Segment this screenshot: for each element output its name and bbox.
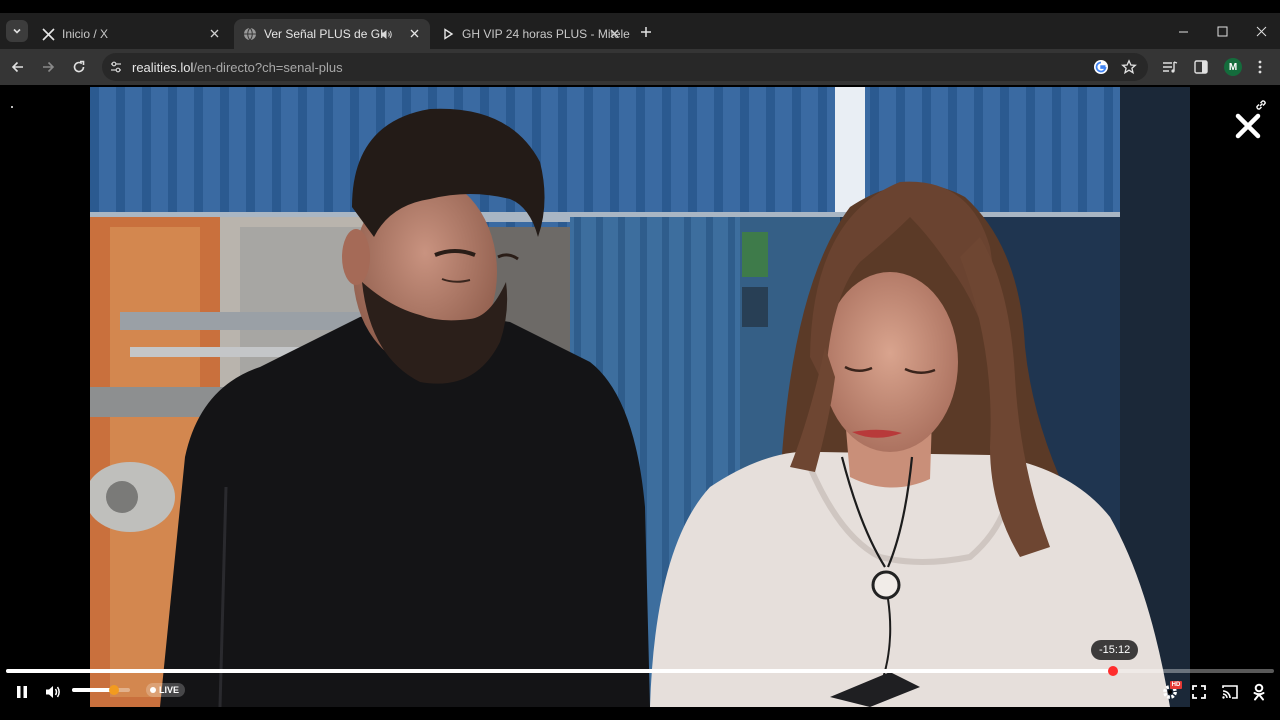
fullscreen-icon bbox=[1192, 685, 1206, 699]
live-indicator[interactable]: LIVE bbox=[146, 683, 186, 697]
live-dot-icon bbox=[150, 687, 156, 693]
x-logo-icon bbox=[40, 26, 56, 42]
tab-search-button[interactable] bbox=[6, 20, 28, 42]
tab-inicio-x[interactable]: Inicio / X bbox=[34, 19, 230, 49]
profile-avatar[interactable]: M bbox=[1224, 58, 1242, 76]
plus-icon bbox=[641, 27, 651, 37]
url-path: /en-directo?ch=senal-plus bbox=[193, 60, 343, 75]
odnoklassniki-share-button[interactable] bbox=[1247, 680, 1271, 704]
browser-toolbar: realities.lol/en-directo?ch=senal-plus M bbox=[0, 49, 1280, 85]
tab-title: GH VIP 24 horas PLUS - Mitele bbox=[462, 27, 630, 41]
chevron-down-icon bbox=[13, 28, 21, 34]
mitele-play-icon bbox=[440, 26, 456, 42]
minimize-button[interactable] bbox=[1168, 21, 1198, 41]
maximize-icon bbox=[1217, 26, 1227, 36]
pause-button[interactable] bbox=[10, 680, 34, 704]
video-frame[interactable] bbox=[90, 87, 1190, 707]
close-tab-icon[interactable] bbox=[606, 25, 622, 41]
fullscreen-button[interactable] bbox=[1187, 680, 1211, 704]
close-icon bbox=[1235, 113, 1261, 139]
close-player-button[interactable] bbox=[1232, 110, 1264, 142]
close-tab-icon[interactable] bbox=[406, 25, 422, 41]
site-settings-icon[interactable] bbox=[108, 59, 124, 75]
google-lens-icon[interactable] bbox=[1092, 58, 1110, 76]
arrow-right-icon bbox=[43, 61, 55, 73]
reload-button[interactable] bbox=[69, 57, 89, 77]
close-icon bbox=[1256, 26, 1266, 36]
pause-icon bbox=[17, 686, 27, 698]
mute-button[interactable] bbox=[41, 680, 65, 704]
volume-handle[interactable] bbox=[108, 685, 119, 695]
odnoklassniki-icon bbox=[1253, 683, 1265, 701]
page-content: -15:12 LIVE HD bbox=[0, 85, 1280, 720]
volume-slider[interactable] bbox=[72, 685, 130, 695]
tab-senal-plus[interactable]: Ver Señal PLUS de GH VIP en directo bbox=[234, 19, 430, 49]
forward-button[interactable] bbox=[38, 57, 58, 77]
seek-handle[interactable] bbox=[1107, 666, 1118, 676]
seek-bar-played bbox=[6, 669, 1113, 673]
speaker-icon[interactable] bbox=[378, 26, 394, 42]
url-domain: realities.lol bbox=[132, 60, 194, 75]
volume-icon bbox=[46, 686, 60, 698]
url-text[interactable]: realities.lol/en-directo?ch=senal-plus bbox=[132, 60, 343, 75]
tab-strip: Inicio / X Ver Señal PLUS de GH VIP en d… bbox=[0, 13, 1280, 49]
close-tab-icon[interactable] bbox=[206, 25, 222, 41]
tab-title: Inicio / X bbox=[62, 27, 109, 41]
cast-icon bbox=[1222, 685, 1238, 699]
new-tab-button[interactable] bbox=[636, 22, 656, 42]
cast-button[interactable] bbox=[1218, 680, 1242, 704]
tab-mitele[interactable]: GH VIP 24 horas PLUS - Mitele bbox=[434, 19, 630, 49]
seek-bar[interactable] bbox=[6, 666, 1274, 676]
live-label: LIVE bbox=[159, 685, 180, 695]
close-window-button[interactable] bbox=[1246, 21, 1276, 41]
bookmark-star-icon[interactable] bbox=[1120, 58, 1138, 76]
volume-level bbox=[72, 688, 114, 692]
maximize-button[interactable] bbox=[1207, 21, 1237, 41]
reload-icon bbox=[73, 60, 85, 73]
seek-time-tooltip: -15:12 bbox=[1091, 640, 1139, 660]
video-image bbox=[90, 87, 1190, 707]
address-bar[interactable]: realities.lol/en-directo?ch=senal-plus bbox=[102, 53, 1148, 81]
tab-title: Ver Señal PLUS de GH VIP en directo bbox=[264, 27, 384, 41]
minimize-icon bbox=[1178, 31, 1188, 32]
side-panel-icon[interactable] bbox=[1191, 57, 1211, 77]
reading-list-icon[interactable] bbox=[1160, 57, 1180, 77]
back-button[interactable] bbox=[8, 57, 28, 77]
stray-dot bbox=[11, 106, 13, 108]
window-top-edge bbox=[0, 0, 1280, 13]
kebab-menu-icon[interactable] bbox=[1250, 57, 1270, 77]
hd-badge: HD bbox=[1170, 681, 1182, 689]
globe-icon bbox=[242, 26, 258, 42]
arrow-left-icon bbox=[11, 61, 23, 73]
